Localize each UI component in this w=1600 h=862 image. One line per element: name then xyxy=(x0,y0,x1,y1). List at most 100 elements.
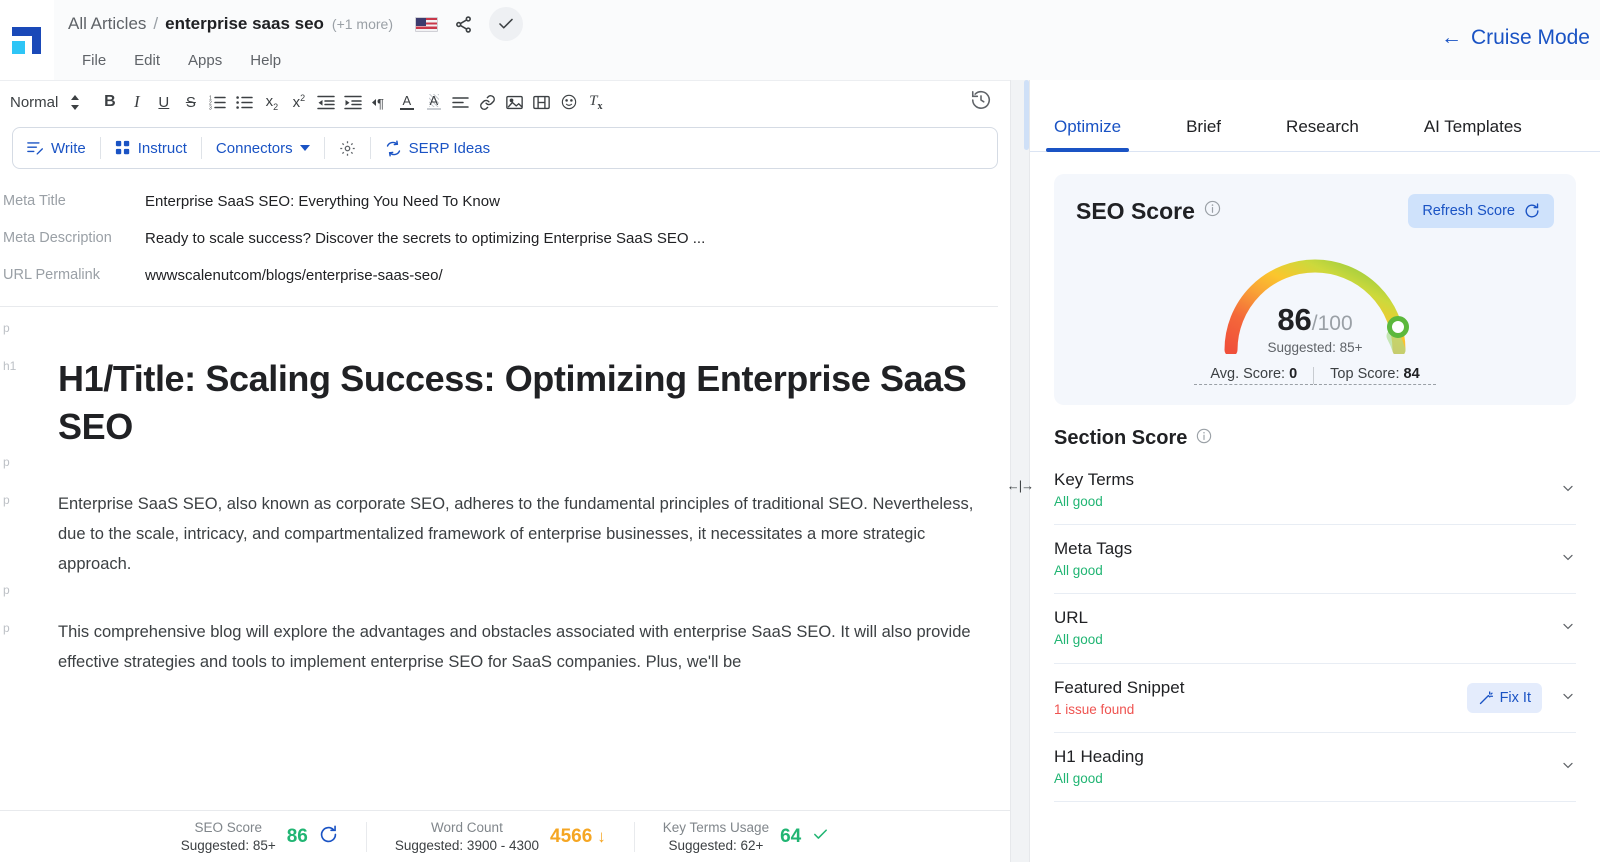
chevron-down-icon[interactable] xyxy=(1556,618,1576,639)
top-score-stat[interactable]: Top Score: 84 xyxy=(1314,366,1436,385)
saved-status-button[interactable] xyxy=(489,7,523,41)
chevron-down-icon[interactable] xyxy=(1556,549,1576,570)
meta-description-value[interactable]: Ready to scale success? Discover the sec… xyxy=(145,230,705,247)
refresh-score-button[interactable]: Refresh Score xyxy=(1408,194,1554,228)
status-key-terms-usage: Key Terms Usage Suggested: 62+ 64 xyxy=(635,819,857,854)
doc-empty-line[interactable] xyxy=(58,451,1010,489)
breadcrumb-more-count[interactable]: (+1 more) xyxy=(332,16,393,32)
refresh-score-label: Refresh Score xyxy=(1422,203,1515,219)
section-row-texts: Key Terms All good xyxy=(1054,469,1556,512)
menu-item-help[interactable]: Help xyxy=(236,48,295,73)
instruct-button[interactable]: Instruct xyxy=(101,128,201,168)
section-row-meta-tags[interactable]: Meta Tags All good xyxy=(1054,525,1576,595)
chevron-down-icon[interactable] xyxy=(1556,757,1576,778)
refresh-icon[interactable] xyxy=(319,824,338,849)
block-tag-label: p xyxy=(3,620,10,635)
editor-scrollbar-thumb[interactable] xyxy=(1024,80,1029,150)
italic-icon[interactable]: I xyxy=(123,89,150,116)
bold-icon[interactable]: B xyxy=(96,89,123,116)
menu-item-edit[interactable]: Edit xyxy=(120,48,174,73)
breadcrumb-separator: / xyxy=(153,14,159,33)
meta-title-value[interactable]: Enterprise SaaS SEO: Everything You Need… xyxy=(145,193,500,210)
app-logo[interactable] xyxy=(0,0,54,80)
top-score-value: 84 xyxy=(1403,366,1420,382)
status-key-terms-labels: Key Terms Usage Suggested: 62+ xyxy=(663,819,769,854)
video-icon[interactable] xyxy=(528,89,555,116)
section-row-h1-heading[interactable]: H1 Heading All good xyxy=(1054,733,1576,802)
top-score-label: Top Score: xyxy=(1330,366,1400,382)
instruct-label: Instruct xyxy=(137,139,187,157)
section-row-featured-snippet[interactable]: Featured Snippet 1 issue found Fix It xyxy=(1054,664,1576,733)
menu-item-file[interactable]: File xyxy=(68,48,120,73)
chevron-down-icon[interactable] xyxy=(1556,480,1576,501)
instruct-grid-icon xyxy=(115,140,129,155)
block-tag-label: p xyxy=(3,492,10,507)
superscript-icon[interactable]: x2 xyxy=(285,89,312,116)
avg-score-value: 0 xyxy=(1289,366,1298,382)
ordered-list-icon[interactable]: 1 2 3 xyxy=(204,89,231,116)
text-color-icon[interactable]: A xyxy=(393,89,420,116)
up-down-arrows-icon[interactable] xyxy=(70,94,80,111)
document-editor[interactable]: p h1 H1/Title: Scaling Success: Optimizi… xyxy=(0,307,1010,862)
breadcrumb-all-articles[interactable]: All Articles xyxy=(68,14,146,34)
seo-score-value: 86 xyxy=(1277,302,1312,337)
connectors-dropdown[interactable]: Connectors xyxy=(202,128,324,168)
paragraph-style-select[interactable]: Normal xyxy=(10,94,58,111)
info-icon[interactable] xyxy=(1196,428,1212,449)
section-row-key-terms[interactable]: Key Terms All good xyxy=(1054,456,1576,526)
doc-block: p This comprehensive blog will explore t… xyxy=(0,617,1010,677)
indent-icon[interactable] xyxy=(339,89,366,116)
doc-paragraph[interactable]: Enterprise SaaS SEO, also known as corpo… xyxy=(58,489,1010,579)
meta-description-label: Meta Description xyxy=(3,230,112,246)
clear-formatting-icon[interactable]: Tx xyxy=(582,89,609,116)
doc-paragraph[interactable]: This comprehensive blog will explore the… xyxy=(58,617,1010,677)
cruise-mode-label: Cruise Mode xyxy=(1470,26,1590,49)
link-icon[interactable] xyxy=(474,89,501,116)
fix-it-button[interactable]: Fix It xyxy=(1466,683,1542,714)
share-icon[interactable] xyxy=(454,15,473,34)
chevron-down-icon[interactable] xyxy=(1556,688,1576,709)
url-permalink-value[interactable]: wwwscalenutcom/blogs/enterprise-saas-seo… xyxy=(145,267,443,284)
top-bar-main: All Articles / enterprise saas seo (+1 m… xyxy=(54,0,1600,80)
tab-research[interactable]: Research xyxy=(1286,117,1359,151)
block-tag-label: p xyxy=(3,321,10,335)
align-icon[interactable] xyxy=(447,89,474,116)
meta-row-description: Meta Description Ready to scale success?… xyxy=(0,220,1010,257)
outdent-icon[interactable] xyxy=(312,89,339,116)
bullet-list-icon[interactable] xyxy=(231,89,258,116)
doc-empty-line[interactable] xyxy=(58,317,1010,355)
menu-item-apps[interactable]: Apps xyxy=(174,48,236,73)
breadcrumb: All Articles / enterprise saas seo (+1 m… xyxy=(68,4,1600,44)
section-row-url[interactable]: URL All good xyxy=(1054,594,1576,664)
underline-icon[interactable]: U xyxy=(150,89,177,116)
tab-brief[interactable]: Brief xyxy=(1186,117,1221,151)
info-icon[interactable] xyxy=(1204,200,1221,222)
tab-optimize[interactable]: Optimize xyxy=(1045,117,1130,152)
highlight-color-icon[interactable]: A xyxy=(420,89,447,116)
doc-heading-h1[interactable]: H1/Title: Scaling Success: Optimizing En… xyxy=(58,355,1010,451)
write-button[interactable]: Write xyxy=(13,128,100,168)
cruise-mode-button[interactable]: ← Cruise Mode xyxy=(1441,26,1590,50)
emoji-icon[interactable] xyxy=(555,89,582,116)
status-seo-score-value: 86 xyxy=(286,825,308,847)
gauge-score-line: 86/100 xyxy=(1215,302,1415,338)
pane-divider[interactable]: ←|→ xyxy=(1007,80,1034,862)
avg-score-stat[interactable]: Avg. Score: 0 xyxy=(1194,366,1314,385)
text-direction-icon[interactable]: ¶ xyxy=(366,89,393,116)
tab-ai-templates[interactable]: AI Templates xyxy=(1424,117,1522,151)
subscript-icon[interactable]: x2 xyxy=(258,89,285,116)
image-icon[interactable] xyxy=(501,89,528,116)
breadcrumb-current-article[interactable]: enterprise saas seo xyxy=(165,14,324,34)
meta-fields: Meta Title Enterprise SaaS SEO: Everythi… xyxy=(0,183,1010,307)
ai-toolbar: Write Instruct Connectors SERP Ideas xyxy=(12,127,998,169)
history-revert-icon[interactable] xyxy=(970,89,992,116)
strikethrough-icon[interactable]: S xyxy=(177,89,204,116)
section-row-texts: Meta Tags All good xyxy=(1054,538,1556,581)
doc-empty-line[interactable] xyxy=(58,579,1010,617)
settings-button[interactable] xyxy=(325,128,370,168)
serp-ideas-button[interactable]: SERP Ideas xyxy=(371,128,504,168)
section-score-header: Section Score xyxy=(1054,427,1576,450)
pane-resize-handle[interactable]: ←|→ xyxy=(1007,478,1034,493)
status-seo-score: SEO Score Suggested: 85+ 86 xyxy=(153,819,366,854)
us-flag-icon[interactable] xyxy=(415,16,438,32)
